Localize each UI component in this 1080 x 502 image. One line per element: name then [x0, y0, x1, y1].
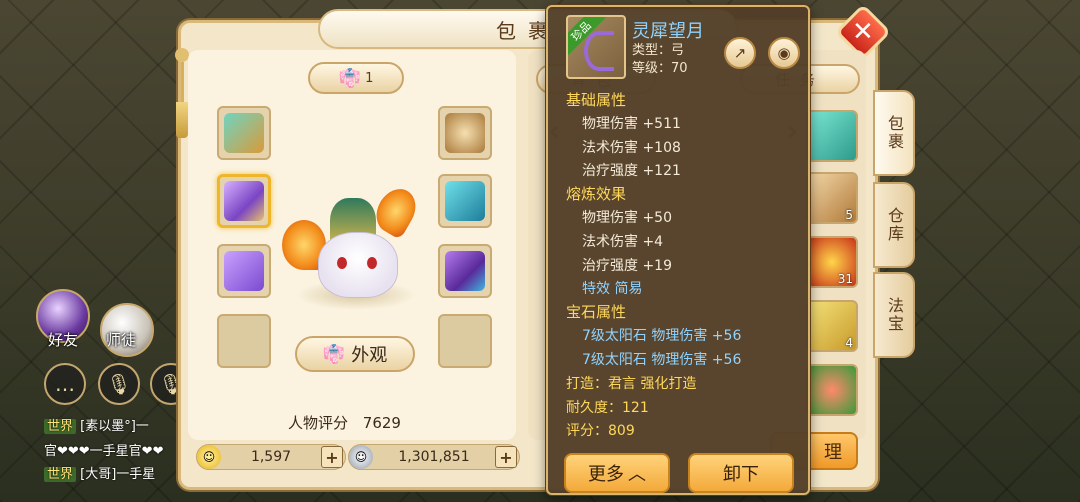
forge-stat: 法术伤害 +4: [582, 234, 664, 250]
equip-slot-boots[interactable]: [438, 244, 492, 298]
item-level: 等级：70: [632, 61, 688, 76]
friend-label[interactable]: 好友: [48, 329, 78, 350]
robe-icon: 👘: [338, 67, 362, 89]
equip-slot-empty-left[interactable]: [217, 314, 271, 368]
chat-bubble-icon[interactable]: …: [44, 363, 86, 405]
gold-coin-icon: ☺: [197, 445, 221, 469]
outfit-tab-index: 1: [365, 70, 374, 86]
item-count: 4: [845, 336, 853, 350]
item-bow-icon: 珍品: [566, 15, 626, 79]
unequip-button[interactable]: 卸下: [688, 453, 794, 493]
character-score: 人物评分 7629: [288, 412, 401, 433]
crafted-by: 打造：君言 强化打造: [566, 376, 697, 392]
special-effect: 特效 简易: [582, 281, 643, 297]
equip-slot-belt[interactable]: [217, 244, 271, 298]
base-stat: 法术伤害 +108: [582, 140, 681, 156]
more-button[interactable]: 更多 ︿: [564, 453, 670, 493]
pet-mount-model: [318, 232, 398, 298]
equip-slot-weapon[interactable]: [217, 174, 271, 228]
bow-icon: [224, 181, 264, 221]
armor-icon: [445, 181, 485, 221]
gem-attributes-title: 宝石属性: [566, 303, 627, 321]
side-tab-bag[interactable]: 包裹: [873, 90, 915, 176]
mentor-label[interactable]: 师徒: [106, 329, 136, 350]
boots-icon: [445, 251, 485, 291]
share-icon[interactable]: ↗: [724, 37, 756, 69]
gold-amount: 1,597: [250, 449, 292, 465]
equip-slot-necklace[interactable]: [438, 106, 492, 160]
helmet-icon: [224, 113, 264, 153]
side-tab-warehouse[interactable]: 仓库: [873, 182, 915, 268]
base-stat: 治疗强度 +121: [582, 163, 681, 179]
eye-icon[interactable]: ◉: [768, 37, 800, 69]
gem-stat: 7级太阳石 物理伤害 +56: [582, 328, 742, 344]
belt-icon: [224, 251, 264, 291]
silver-coin-icon: ☺: [349, 445, 373, 469]
equip-slot-helmet[interactable]: [217, 106, 271, 160]
chat-line: 世界 [素以墨°]一: [44, 415, 149, 434]
gold-currency: ☺ 1,597 +: [196, 444, 346, 470]
score-value: 7629: [362, 414, 401, 432]
left-hud: 好友 师徒 … 🎙 🎙 世界 [素以墨°]一 官❤❤❤一手星官❤❤ 世界 [大哥…: [0, 285, 192, 502]
equip-slot-empty-right[interactable]: [438, 314, 492, 368]
add-gold-button[interactable]: +: [321, 446, 343, 468]
chat-line: 官❤❤❤一手星官❤❤: [44, 444, 164, 459]
base-attributes-title: 基础属性: [566, 91, 627, 109]
outfit-set-tab[interactable]: 👘 1: [308, 62, 404, 94]
equip-slot-armor[interactable]: [438, 174, 492, 228]
close-icon: ✕: [852, 16, 874, 47]
bag-item[interactable]: [806, 110, 858, 162]
gem-stat: 7级太阳石 物理伤害 +56: [582, 352, 742, 368]
item-count: 5: [845, 208, 853, 222]
appearance-button[interactable]: 👘 外观: [295, 336, 415, 372]
chat-line: 世界 [大哥]一手星: [44, 463, 155, 482]
add-silver-button[interactable]: +: [495, 446, 517, 468]
forge-stat: 物理伤害 +50: [582, 210, 672, 226]
bag-item[interactable]: 31: [806, 236, 858, 288]
score-label: 人物评分: [288, 414, 349, 432]
chevron-up-icon: ︿: [628, 464, 646, 485]
item-count: 31: [837, 272, 853, 286]
robe-icon: 👘: [322, 343, 346, 365]
forge-stat: 治疗强度 +19: [582, 258, 672, 274]
bag-item[interactable]: 4: [806, 300, 858, 352]
item-rating: 评分：809: [566, 423, 635, 439]
silver-currency: ☺ 1,301,851 +: [348, 444, 520, 470]
forge-effect-title: 熔炼效果: [566, 185, 627, 203]
silver-amount: 1,301,851: [398, 449, 470, 465]
bag-item[interactable]: [806, 364, 858, 416]
item-type: 类型：弓: [632, 43, 685, 58]
durability: 耐久度：121: [566, 400, 649, 416]
necklace-icon: [445, 113, 485, 153]
side-tab-treasure[interactable]: 法宝: [873, 272, 915, 358]
item-tooltip: 珍品 灵犀望月 类型：弓 等级：70 ↗ ◉ 基础属性 物理伤害 +511 法术…: [546, 5, 810, 495]
base-stat: 物理伤害 +511: [582, 116, 681, 132]
bag-item[interactable]: 5: [806, 172, 858, 224]
voice-mic-icon[interactable]: 🎙: [98, 363, 140, 405]
